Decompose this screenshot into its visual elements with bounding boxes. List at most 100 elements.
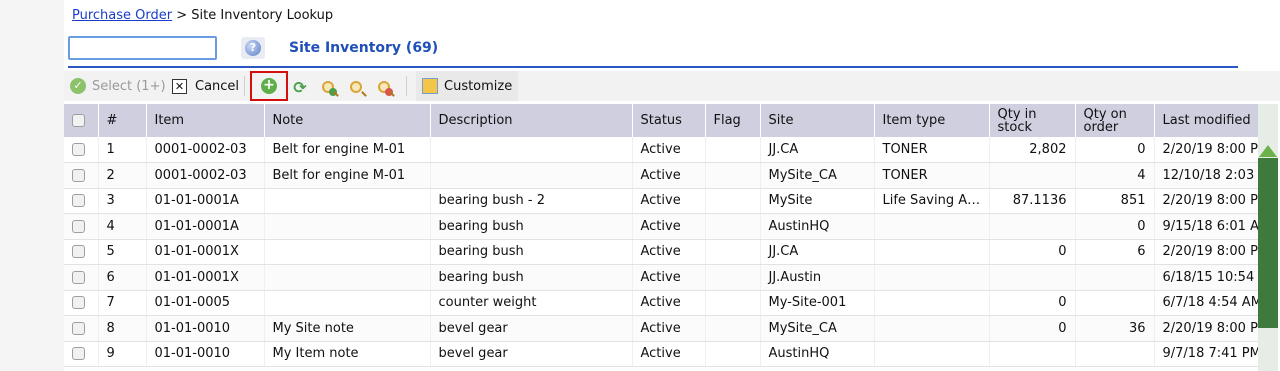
add-circle-icon: +	[261, 78, 277, 94]
table-row[interactable]: 8 01-01-0010 My Site note bevel gear Act…	[64, 315, 1276, 342]
customize-button[interactable]: Customize	[416, 71, 519, 101]
qty-in-stock-cell: 0	[989, 239, 1076, 265]
row-checkbox-cell[interactable]	[64, 162, 99, 189]
status-cell: Active	[632, 341, 706, 367]
row-checkbox-cell[interactable]	[64, 264, 99, 291]
site-cell: JJ.Austin	[760, 264, 875, 291]
row-checkbox[interactable]	[72, 194, 85, 208]
refresh-button[interactable]: ⟳	[290, 77, 310, 97]
column-header-item-type[interactable]: Item type	[874, 104, 990, 137]
description-cell: bearing bush	[430, 239, 633, 265]
row-number: 4	[98, 213, 147, 240]
table-row[interactable]: 3 01-01-0001A bearing bush - 2 Active My…	[64, 188, 1276, 214]
select-button[interactable]: ✓ Select (1+)	[70, 71, 166, 101]
note-cell	[264, 290, 431, 316]
cancel-label: Cancel	[195, 78, 240, 94]
column-header-number[interactable]: #	[98, 104, 147, 137]
help-icon: ?	[245, 40, 261, 56]
note-cell	[264, 264, 431, 291]
left-gutter	[0, 0, 64, 371]
status-cell: Active	[632, 188, 706, 214]
row-checkbox-cell[interactable]	[64, 213, 99, 240]
qty-on-order-cell: 0	[1075, 213, 1155, 240]
row-checkbox[interactable]	[72, 270, 85, 284]
description-cell: counter weight	[430, 290, 633, 316]
site-cell: JJ.CA	[760, 137, 875, 163]
row-checkbox[interactable]	[72, 347, 85, 361]
row-checkbox[interactable]	[72, 168, 85, 182]
row-checkbox[interactable]	[72, 219, 85, 233]
arrow-up-icon	[1259, 145, 1277, 157]
table-row[interactable]: 6 01-01-0001X bearing bush Active JJ.Aus…	[64, 264, 1276, 291]
table-row[interactable]: 7 01-01-0005 counter weight Active My-Si…	[64, 290, 1276, 316]
item-cell: 0001-0002-03	[146, 137, 265, 163]
table-row[interactable]: 2 0001-0002-03 Belt for engine M-01 Acti…	[64, 162, 1276, 189]
zoom-button[interactable]	[346, 77, 366, 97]
table-row[interactable]: 9 01-01-0010 My Item note bevel gear Act…	[64, 341, 1276, 367]
row-checkbox[interactable]	[72, 296, 85, 310]
customize-icon	[422, 78, 438, 94]
column-header-item[interactable]: Item	[146, 104, 265, 137]
column-header-site[interactable]: Site	[760, 104, 875, 137]
row-checkbox[interactable]	[72, 245, 85, 259]
row-checkbox-cell[interactable]	[64, 239, 99, 265]
select-all-checkbox[interactable]	[72, 114, 85, 127]
row-checkbox-cell[interactable]	[64, 290, 99, 316]
zoom-in-button[interactable]	[318, 77, 338, 97]
status-cell: Active	[632, 290, 706, 316]
table-row[interactable]: 4 01-01-0001A bearing bush Active Austin…	[64, 213, 1276, 240]
qty-on-order-cell	[1075, 264, 1155, 291]
column-header-qty-in-stock[interactable]: Qty in stock	[989, 104, 1076, 137]
flag-cell	[705, 315, 761, 342]
row-checkbox-cell[interactable]	[64, 137, 99, 163]
breadcrumb-separator: >	[176, 8, 188, 23]
column-header-status[interactable]: Status	[632, 104, 706, 137]
breadcrumb-link-purchase-order[interactable]: Purchase Order	[72, 8, 172, 23]
row-checkbox-cell[interactable]	[64, 341, 99, 367]
flag-cell	[705, 162, 761, 189]
zoom-icon	[350, 81, 362, 93]
title-divider	[68, 66, 1238, 68]
item-cell: 01-01-0010	[146, 341, 265, 367]
row-number: 2	[98, 162, 147, 189]
item-cell: 01-01-0005	[146, 290, 265, 316]
flag-cell	[705, 264, 761, 291]
row-checkbox-cell[interactable]	[64, 315, 99, 342]
toolbar: ✓ Select (1+) ✕ Cancel + ⟳ Customize	[64, 71, 1280, 101]
table-row[interactable]: 1 0001-0002-03 Belt for engine M-01 Acti…	[64, 137, 1276, 163]
column-header-note[interactable]: Note	[264, 104, 431, 137]
cancel-button[interactable]: ✕ Cancel	[172, 71, 239, 101]
breadcrumb: Purchase Order > Site Inventory Lookup	[72, 8, 333, 23]
column-header-qty-on-order[interactable]: Qty on order	[1075, 104, 1155, 137]
zoom-out-icon	[378, 81, 393, 96]
qty-in-stock-cell	[989, 162, 1076, 189]
note-cell: My Site note	[264, 315, 431, 342]
column-header-flag[interactable]: Flag	[705, 104, 761, 137]
site-cell: MySite_CA	[760, 162, 875, 189]
search-input[interactable]	[68, 36, 217, 60]
description-cell	[430, 162, 633, 189]
flag-cell	[705, 239, 761, 265]
column-header-description[interactable]: Description	[430, 104, 633, 137]
row-checkbox[interactable]	[72, 321, 85, 335]
qty-in-stock-cell: 87.1136	[989, 188, 1076, 214]
site-cell: AustinHQ	[760, 341, 875, 367]
table-header-row: # Item Note Description Status Flag Site…	[64, 104, 1276, 137]
qty-on-order-cell	[1075, 290, 1155, 316]
row-checkbox[interactable]	[72, 143, 85, 156]
table-row[interactable]: 5 01-01-0001X bearing bush Active JJ.CA …	[64, 239, 1276, 265]
site-cell: JJ.CA	[760, 239, 875, 265]
note-cell	[264, 213, 431, 240]
flag-cell	[705, 137, 761, 163]
row-checkbox-cell[interactable]	[64, 188, 99, 214]
scrollbar-thumb[interactable]	[1258, 158, 1278, 328]
zoom-out-button[interactable]	[374, 77, 394, 97]
select-all-checkbox-cell[interactable]	[64, 104, 99, 137]
site-cell: MySite_CA	[760, 315, 875, 342]
help-button[interactable]: ?	[241, 37, 265, 59]
qty-on-order-cell: 6	[1075, 239, 1155, 265]
zoom-in-icon	[322, 81, 337, 96]
qty-on-order-cell: 4	[1075, 162, 1155, 189]
add-button[interactable]: +	[250, 71, 288, 101]
qty-in-stock-cell	[989, 341, 1076, 367]
